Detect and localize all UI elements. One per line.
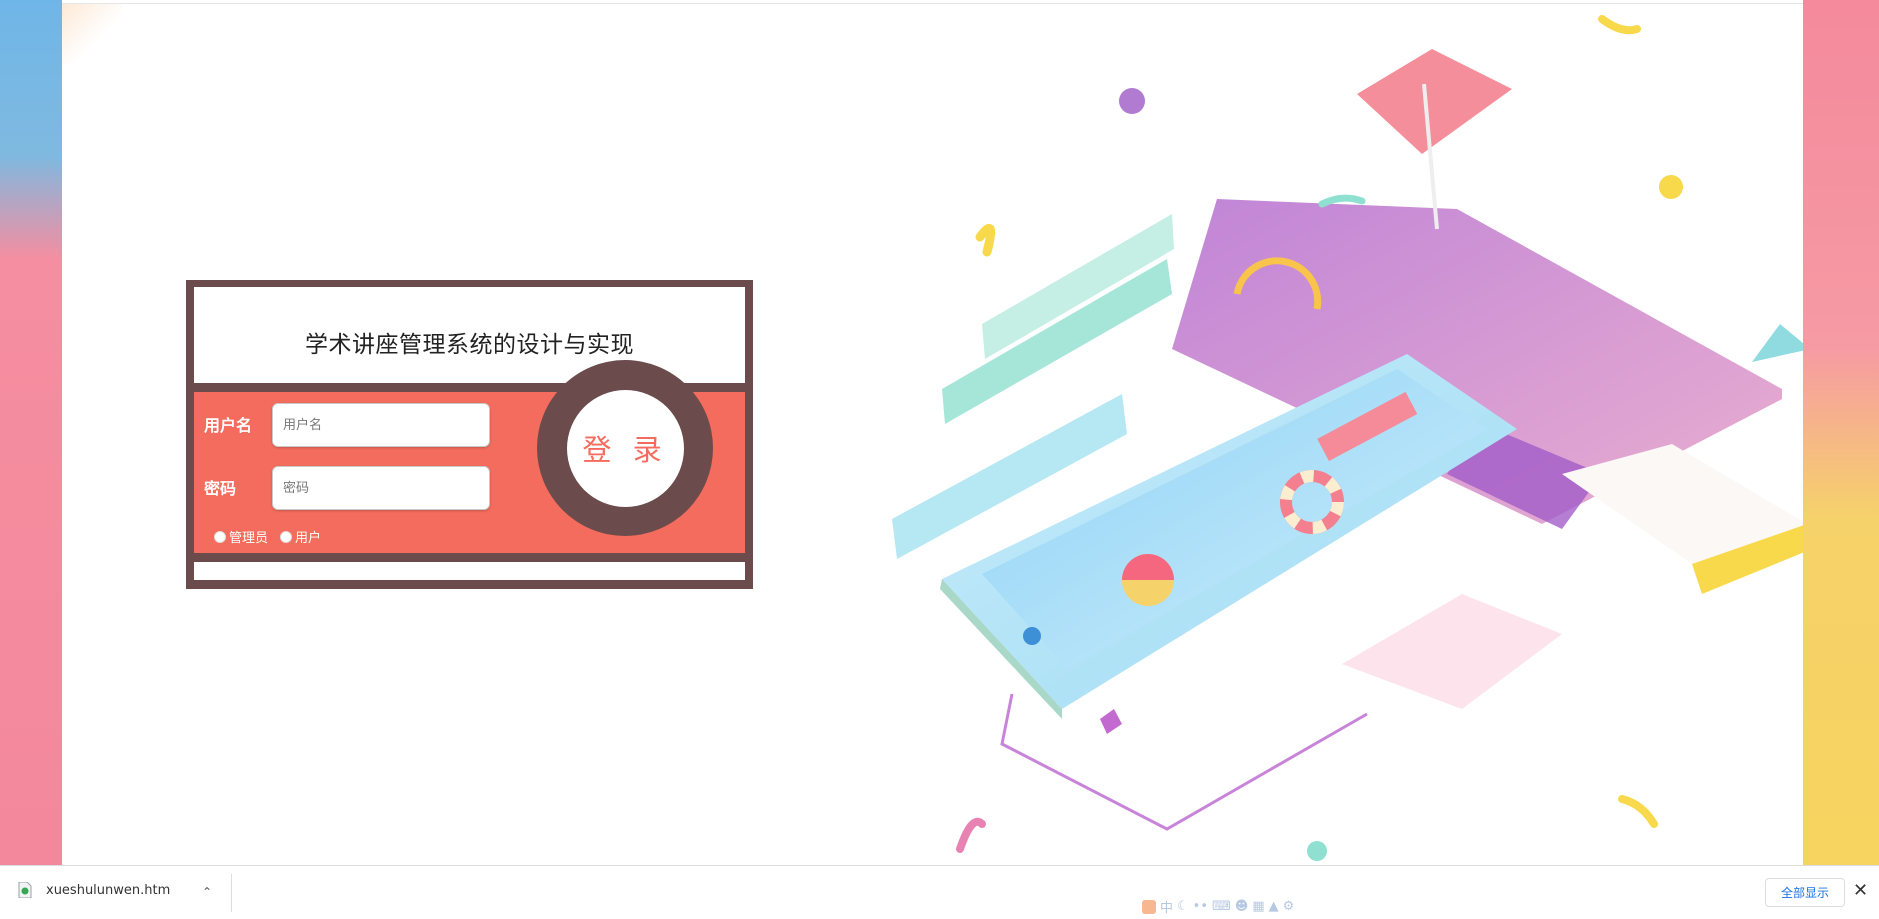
download-filename: xueshulunwen.htm xyxy=(46,882,171,898)
background-right xyxy=(1803,0,1879,865)
download-bar: xueshulunwen.htm ⌃ 中 ☾ •• ⌨ ☻ ▦ ▲ ⚙ 全部显示… xyxy=(0,865,1879,919)
show-all-button[interactable]: 全部显示 xyxy=(1765,878,1845,907)
ime-shirt-icon[interactable]: ▲ xyxy=(1269,899,1279,914)
ime-settings-icon[interactable]: ⚙ xyxy=(1283,899,1295,914)
ime-language[interactable]: 中 xyxy=(1160,897,1173,916)
user-radio[interactable] xyxy=(280,530,293,543)
admin-radio[interactable] xyxy=(214,530,226,543)
login-card-footer xyxy=(194,562,745,580)
password-label: 密码 xyxy=(204,479,237,498)
ime-moon-icon[interactable]: ☾ xyxy=(1177,899,1189,914)
chevron-up-icon[interactable]: ⌃ xyxy=(202,885,212,899)
ime-dots-icon[interactable]: •• xyxy=(1193,899,1208,914)
admin-radio-label: 管理员 xyxy=(229,531,269,546)
user-radio-label: 用户 xyxy=(295,531,322,546)
login-button-ring: 登 录 xyxy=(537,360,713,536)
background-left xyxy=(0,0,62,865)
username-input[interactable] xyxy=(272,403,490,447)
login-button[interactable]: 登 录 xyxy=(566,389,684,507)
file-icon xyxy=(18,882,32,898)
ime-grid-icon[interactable]: ▦ xyxy=(1252,899,1264,914)
role-radio-group: 管理员 用户 xyxy=(214,527,333,546)
download-item[interactable]: xueshulunwen.htm xyxy=(18,882,170,898)
ime-logo-icon xyxy=(1142,899,1156,914)
download-separator xyxy=(231,874,232,912)
corner-decoration xyxy=(62,4,122,64)
login-title: 学术讲座管理系统的设计与实现 xyxy=(305,332,634,358)
username-label: 用户名 xyxy=(204,416,253,435)
close-icon[interactable]: ✕ xyxy=(1853,880,1868,901)
phone-illustration xyxy=(892,15,1803,861)
ime-toolbar: 中 ☾ •• ⌨ ☻ ▦ ▲ ⚙ xyxy=(1142,897,1294,916)
ime-user-icon[interactable]: ☻ xyxy=(1235,899,1249,914)
ime-keyboard-icon[interactable]: ⌨ xyxy=(1212,899,1231,914)
password-input[interactable] xyxy=(272,466,490,510)
